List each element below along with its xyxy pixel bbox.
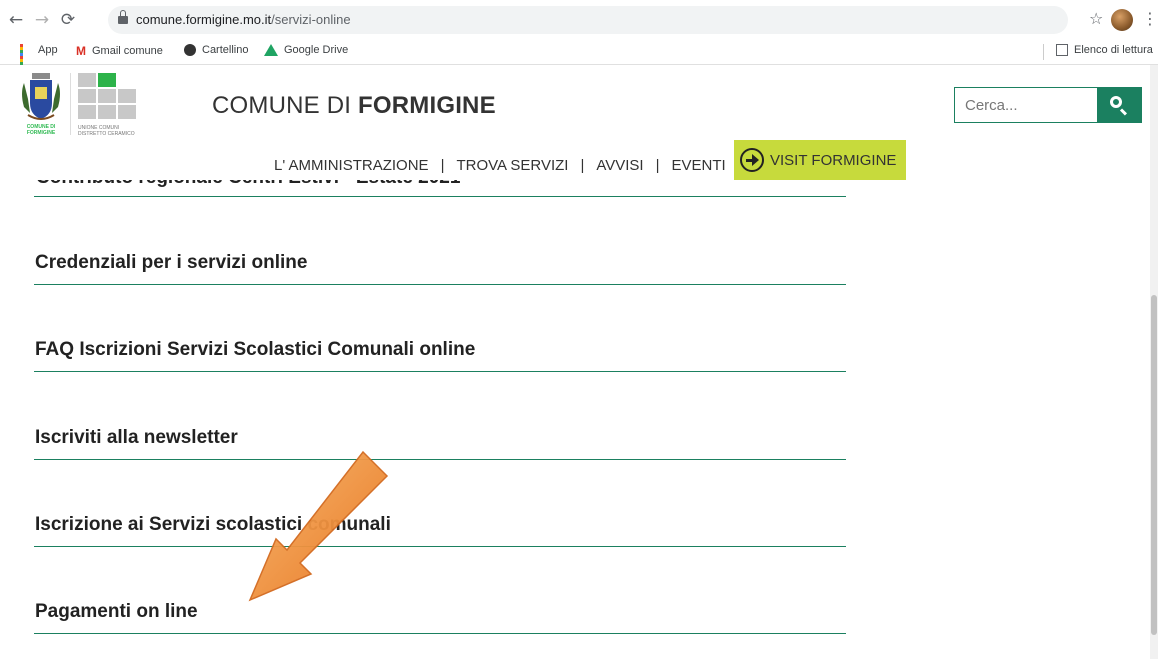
site-title[interactable]: COMUNE DI FORMIGINE (212, 92, 496, 120)
municipal-crest-icon[interactable] (18, 73, 64, 123)
url-path: /servizi-online (271, 12, 351, 27)
list-item-link[interactable]: Credenziali per i servizi online (35, 252, 307, 274)
arrow-right-circle-icon (740, 148, 764, 172)
nav-eventi[interactable]: EVENTI (668, 157, 730, 174)
bookmark-label: Cartellino (202, 44, 249, 56)
bookmark-label: Gmail comune (92, 44, 163, 57)
cartellino-icon (184, 44, 196, 57)
list-item-link[interactable]: Iscriviti alla newsletter (35, 427, 238, 449)
list-item[interactable]: Iscriviti alla newsletter (34, 411, 846, 460)
reading-list[interactable]: Elenco di lettura (1056, 44, 1153, 57)
list-item-link[interactable]: Iscrizione ai Servizi scolastici comunal… (35, 514, 391, 536)
search-button[interactable] (1097, 88, 1141, 122)
lock-icon (118, 10, 128, 24)
page-scrollbar[interactable] (1150, 65, 1158, 659)
nav-separator: | (655, 156, 660, 174)
crest-label: COMUNE DI FORMIGINE (26, 124, 56, 136)
scrollbar-thumb[interactable] (1151, 295, 1157, 635)
services-list: Contributo regionale Centri Estivi - Est… (0, 180, 1158, 659)
bookmark-apps[interactable]: App (20, 44, 58, 72)
url-text: comune.formigine.mo.it/servizi-online (136, 12, 351, 27)
bookmark-gmail[interactable]: M Gmail comune (76, 44, 163, 58)
bookmark-label: App (38, 44, 58, 56)
search-input[interactable] (955, 88, 1097, 122)
apps-grid-icon (20, 44, 32, 72)
bookmark-cartellino[interactable]: Cartellino (184, 44, 249, 57)
list-item-divider (34, 180, 846, 197)
search-icon (1110, 96, 1122, 108)
nav-trova-servizi[interactable]: TROVA SERVIZI (452, 157, 572, 174)
list-item[interactable]: Credenziali per i servizi online (34, 236, 846, 285)
reading-list-icon (1056, 44, 1068, 57)
site-title-bold: FORMIGINE (358, 92, 496, 119)
nav-separator: | (580, 156, 585, 174)
bookmark-label: Google Drive (284, 44, 349, 56)
list-item[interactable]: FAQ Iscrizioni Servizi Scolastici Comuna… (34, 323, 846, 372)
union-label: UNIONE COMUNI DISTRETTO CERAMICO (78, 125, 135, 137)
forward-arrow-icon[interactable]: → (32, 10, 52, 30)
bookmark-star-icon[interactable]: ☆ (1089, 9, 1103, 28)
union-logo[interactable] (78, 73, 138, 123)
reading-list-label: Elenco di lettura (1074, 44, 1153, 56)
visit-label: VISIT FORMIGINE (770, 151, 897, 169)
list-item-link[interactable]: FAQ Iscrizioni Servizi Scolastici Comuna… (35, 339, 475, 361)
bookmarks-bar: App M Gmail comune Cartellino Google Driv… (0, 40, 1158, 72)
list-item[interactable]: Pagamenti on line (34, 585, 846, 634)
more-menu-icon[interactable]: ⋮ (1142, 9, 1158, 28)
profile-avatar[interactable] (1111, 9, 1133, 31)
logo-divider (70, 73, 71, 135)
reload-icon[interactable]: ⟳ (58, 10, 78, 30)
bookmark-google-drive[interactable]: Google Drive (264, 44, 349, 57)
list-item-link[interactable]: Pagamenti on line (35, 601, 198, 623)
site-title-prefix: COMUNE DI (212, 92, 358, 119)
google-drive-icon (264, 44, 278, 57)
nav-amministrazione[interactable]: L' AMMINISTRAZIONE (270, 157, 433, 174)
visit-formigine-button[interactable]: VISIT FORMIGINE (734, 140, 906, 180)
list-item[interactable]: Iscrizione ai Servizi scolastici comunal… (34, 498, 846, 547)
nav-avvisi[interactable]: AVVISI (592, 157, 647, 174)
site-header: COMUNE DI FORMIGINE UNIONE COMUNI DISTRE… (0, 65, 1158, 180)
nav-separator: | (440, 156, 445, 174)
main-nav: L' AMMINISTRAZIONE | TROVA SERVIZI | AVV… (270, 150, 730, 180)
bookmarks-divider (1043, 44, 1044, 60)
address-bar[interactable]: comune.formigine.mo.it/servizi-online (108, 6, 1068, 34)
browser-toolbar: ← → ⟳ comune.formigine.mo.it/servizi-onl… (0, 0, 1158, 40)
url-domain: comune.formigine.mo.it (136, 12, 272, 27)
back-arrow-icon[interactable]: ← (6, 10, 26, 30)
gmail-icon: M (76, 44, 86, 58)
site-search (954, 87, 1142, 123)
